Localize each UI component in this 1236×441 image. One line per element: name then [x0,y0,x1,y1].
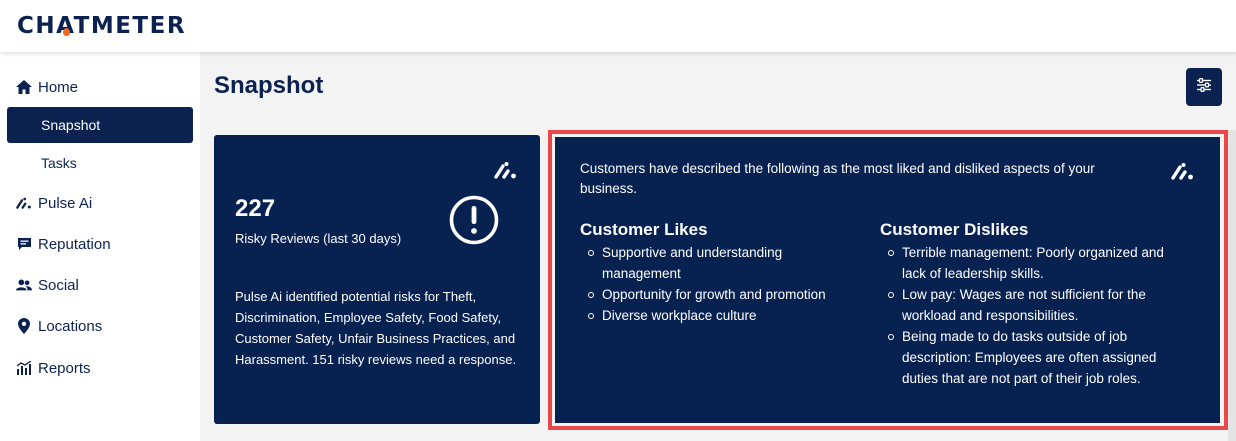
list-item: Being made to do tasks outside of job de… [888,326,1175,389]
chatmeter-logo[interactable]: CHATMETER [17,13,186,39]
sidebar-item-pulse-ai[interactable]: Pulse Ai [16,190,92,216]
risky-reviews-description: Pulse Ai identified potential risks for … [235,289,517,367]
sidebar-item-label: Tasks [41,155,77,171]
risky-reviews-label: Risky Reviews (last 30 days) [235,231,402,246]
risky-reviews-card: 227 Risky Reviews (last 30 days) Pulse A… [214,135,540,424]
sidebar-item-reports[interactable]: Reports [16,355,91,381]
sidebar-item-tasks[interactable]: Tasks [7,145,193,181]
customer-dislikes-column: Customer Dislikes Terrible management: P… [880,220,1175,389]
home-icon [16,79,32,95]
customer-dislikes-list: Terrible management: Poorly organized an… [880,242,1175,389]
pulse-ai-icon [494,161,516,179]
sliders-icon [1196,77,1212,97]
pulse-ai-icon [1171,162,1193,180]
scrollbar-track[interactable] [1228,130,1236,441]
customer-likes-list: Supportive and understanding management … [580,242,850,326]
list-item: Low pay: Wages are not sufficient for th… [888,284,1175,326]
sidebar-item-label: Locations [38,317,103,335]
risky-reviews-count: 227 [235,195,276,222]
users-icon [16,277,32,293]
exclamation-circle-icon [448,194,500,246]
sidebar-item-label: Reputation [38,235,111,253]
filter-button[interactable] [1186,68,1222,106]
customer-likes-column: Customer Likes Supportive and understand… [580,220,850,326]
chat-bubble-icon [16,236,32,252]
chart-icon [16,360,32,376]
map-pin-icon [16,318,32,334]
pulse-ai-icon [16,195,32,211]
customer-aspects-card: Customers have described the following a… [555,137,1220,423]
sidebar-item-snapshot[interactable]: Snapshot [7,107,193,143]
sidebar-item-home[interactable]: Home [16,74,78,100]
sidebar-item-label: Home [38,78,79,96]
list-item: Diverse workplace culture [588,305,850,326]
aspects-intro: Customers have described the following a… [580,161,1095,196]
sidebar-item-label: Reports [38,359,91,377]
customer-likes-title: Customer Likes [580,220,708,239]
sidebar-item-reputation[interactable]: Reputation [16,231,111,257]
list-item: Opportunity for growth and promotion [588,284,850,305]
sidebar-item-label: Pulse Ai [38,194,93,212]
page-title: Snapshot [214,72,324,99]
list-item: Terrible management: Poorly organized an… [888,242,1175,284]
sidebar-item-locations[interactable]: Locations [16,313,102,339]
sidebar-item-social[interactable]: Social [16,272,79,298]
sidebar: Home Snapshot Tasks Pulse Ai Reputation … [0,52,200,441]
sidebar-item-label: Snapshot [41,117,101,133]
customer-dislikes-title: Customer Dislikes [880,220,1029,239]
list-item: Supportive and understanding management [588,242,850,284]
sidebar-item-label: Social [38,276,79,294]
logo-flame-icon [63,28,70,36]
top-bar: CHATMETER [0,0,1236,52]
